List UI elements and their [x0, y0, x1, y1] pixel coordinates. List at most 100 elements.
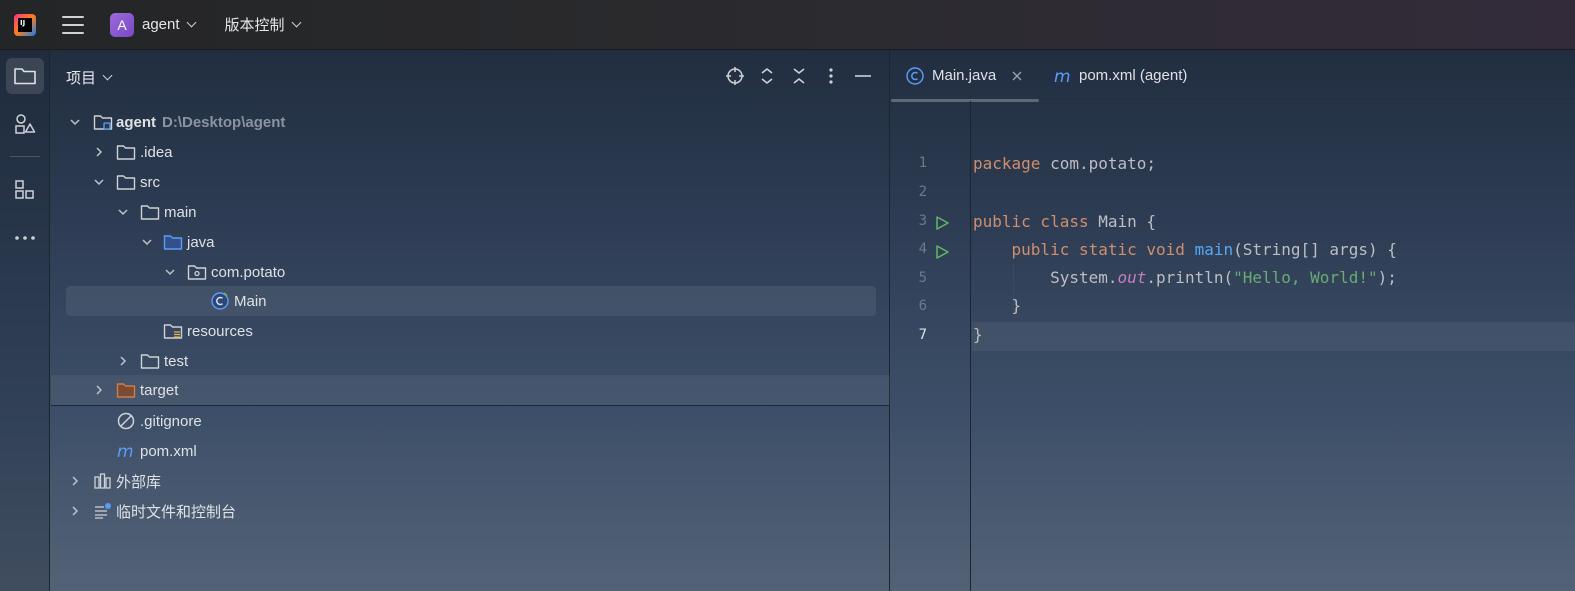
code-line-3[interactable]: public class Main { [973, 212, 1156, 231]
tree-label: main [164, 203, 197, 221]
tree-label: resources [187, 322, 253, 340]
chevron-down-icon [102, 70, 113, 81]
rail-divider [10, 156, 40, 157]
tree-label: .gitignore [140, 412, 202, 430]
tab-pom-xml[interactable]: m pom.xml (agent) [1053, 50, 1187, 101]
chevron-down-icon [186, 17, 196, 28]
tree-item-main[interactable]: main [51, 197, 890, 227]
tree-label: src [140, 173, 160, 191]
shapes-icon [15, 114, 36, 134]
maven-icon: m [1054, 67, 1071, 85]
tab-main-java[interactable]: Main.java [891, 50, 1039, 102]
tree-item-main-class[interactable]: Main [66, 286, 876, 316]
tree-item-test[interactable]: test [51, 346, 890, 376]
code-line-1[interactable]: package com.potato; [973, 154, 1156, 173]
main-menu-icon[interactable] [62, 15, 84, 34]
tree-item-scratches[interactable]: 临时文件和控制台 [51, 496, 890, 526]
current-line-highlight [972, 322, 1575, 351]
code-line-6[interactable]: } [973, 296, 1022, 315]
line-number: 2 [918, 184, 927, 200]
project-view-selector[interactable]: 项目 [66, 67, 113, 88]
close-icon[interactable] [1012, 71, 1022, 81]
plugins-tool-button[interactable] [6, 172, 44, 208]
chevron-right-icon[interactable] [92, 383, 106, 397]
tree-item-resources[interactable]: resources [51, 316, 890, 346]
java-class-icon [210, 291, 230, 311]
project-tool-button[interactable] [6, 58, 44, 94]
tree-item-com-potato[interactable]: com.potato [51, 257, 890, 287]
chevron-down-icon[interactable] [140, 235, 154, 249]
tree-label: java [187, 233, 215, 251]
chevron-down-icon[interactable] [163, 265, 177, 279]
run-icon[interactable] [934, 244, 950, 260]
intellij-logo-icon[interactable]: IJ [14, 13, 36, 36]
editor-area: Main.java m pom.xml (agent) 1 2 3 4 5 6 … [891, 50, 1575, 591]
collapse-all-icon [793, 68, 805, 84]
line-number: 1 [918, 155, 927, 171]
tool-window-rail [0, 50, 50, 591]
title-bar: IJ A agent 版本控制 [0, 0, 1575, 50]
line-number: 3 [918, 213, 927, 229]
tree-label: target [140, 381, 179, 399]
chevron-right-icon[interactable] [116, 354, 130, 368]
hide-panel-button[interactable] [851, 64, 875, 88]
tree-label: .idea [140, 143, 173, 161]
project-switcher[interactable]: A agent [84, 12, 196, 37]
resources-folder-icon [163, 321, 183, 341]
tree-item-target[interactable]: target [51, 375, 890, 406]
tree-label: test [164, 352, 189, 370]
package-icon [187, 262, 207, 282]
tree-label: pom.xml [140, 442, 197, 460]
folder-icon [116, 142, 136, 162]
tree-item-src[interactable]: src [51, 167, 890, 197]
library-icon [93, 471, 113, 491]
tree-item-external-libraries[interactable]: 外部库 [51, 466, 890, 496]
project-panel: 项目 agent D:\Desktop\agent .idea src main… [51, 50, 890, 591]
more-tools-button[interactable] [6, 220, 44, 256]
chevron-down-icon [291, 17, 302, 28]
tree-item-pom[interactable]: m pom.xml [51, 436, 890, 466]
locate-file-button[interactable] [723, 64, 747, 88]
tab-label: Main.java [932, 67, 997, 84]
run-icon[interactable] [934, 215, 950, 231]
folder-icon [140, 351, 160, 371]
chevron-down-icon[interactable] [92, 175, 106, 189]
project-badge: A [110, 12, 134, 37]
folder-icon [140, 202, 160, 222]
editor-gutter: 1 2 3 4 5 6 7 [891, 101, 971, 591]
folder-icon [14, 68, 36, 85]
code-line-4[interactable]: public static void main(String[] args) { [973, 240, 1397, 259]
excluded-folder-icon [116, 380, 136, 400]
tree-item-idea[interactable]: .idea [51, 137, 890, 167]
java-class-icon [906, 66, 924, 85]
tree-label: Main [234, 292, 267, 310]
chevron-down-icon[interactable] [68, 115, 82, 129]
vcs-label: 版本控制 [224, 17, 285, 34]
path-hint: D:\Desktop\agent [162, 113, 286, 131]
svg-text:m: m [117, 442, 134, 460]
tree-label: 外部库 [116, 473, 162, 491]
line-number: 5 [918, 270, 927, 286]
minimize-icon [855, 75, 871, 77]
vcs-menu[interactable]: 版本控制 [217, 14, 302, 35]
ignored-file-icon [116, 411, 136, 431]
collapse-all-button[interactable] [787, 64, 811, 88]
scratches-icon [93, 501, 113, 521]
code-line-7[interactable]: } [973, 325, 983, 344]
folder-icon [116, 172, 136, 192]
grid-icon [15, 180, 34, 199]
tree-item-gitignore[interactable]: .gitignore [51, 406, 890, 436]
expand-all-button[interactable] [755, 64, 779, 88]
tree-item-agent[interactable]: agent D:\Desktop\agent [51, 107, 890, 137]
chevron-right-icon[interactable] [68, 474, 82, 488]
code-line-5[interactable]: System.out.println("Hello, World!"); [973, 268, 1397, 287]
chevron-right-icon[interactable] [68, 504, 82, 518]
options-menu-button[interactable] [819, 64, 843, 88]
chevron-down-icon[interactable] [116, 205, 130, 219]
structure-tool-button[interactable] [6, 106, 44, 142]
editor-tabs: Main.java m pom.xml (agent) [891, 50, 1575, 102]
panel-title: 项目 [66, 70, 97, 87]
chevron-right-icon[interactable] [92, 145, 106, 159]
tree-item-java[interactable]: java [51, 227, 890, 257]
line-number: 7 [918, 327, 927, 343]
